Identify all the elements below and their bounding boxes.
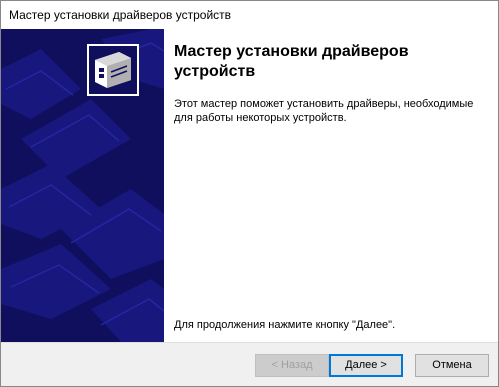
wizard-window: Мастер установки драйверов устройств Мас… [0, 0, 499, 387]
banner-pattern [1, 29, 164, 342]
button-bar: < Назад Далее > Отмена [1, 342, 498, 386]
page-heading: Мастер установки драйверов устройств [174, 43, 409, 80]
hardware-device-icon [87, 44, 139, 96]
next-button[interactable]: Далее > [329, 354, 403, 377]
window-title: Мастер установки драйверов устройств [9, 8, 232, 22]
title-bar[interactable]: Мастер установки драйверов устройств [1, 1, 498, 29]
cancel-button[interactable]: Отмена [415, 354, 489, 377]
back-button[interactable]: < Назад [255, 354, 329, 377]
continue-hint: Для продолжения нажмите кнопку "Далее". [174, 319, 396, 331]
page-description: Этот мастер поможет установить драйверы,… [174, 98, 474, 124]
wizard-content: Мастер установки драйверов устройств Это… [164, 29, 498, 342]
wizard-banner [1, 29, 164, 342]
